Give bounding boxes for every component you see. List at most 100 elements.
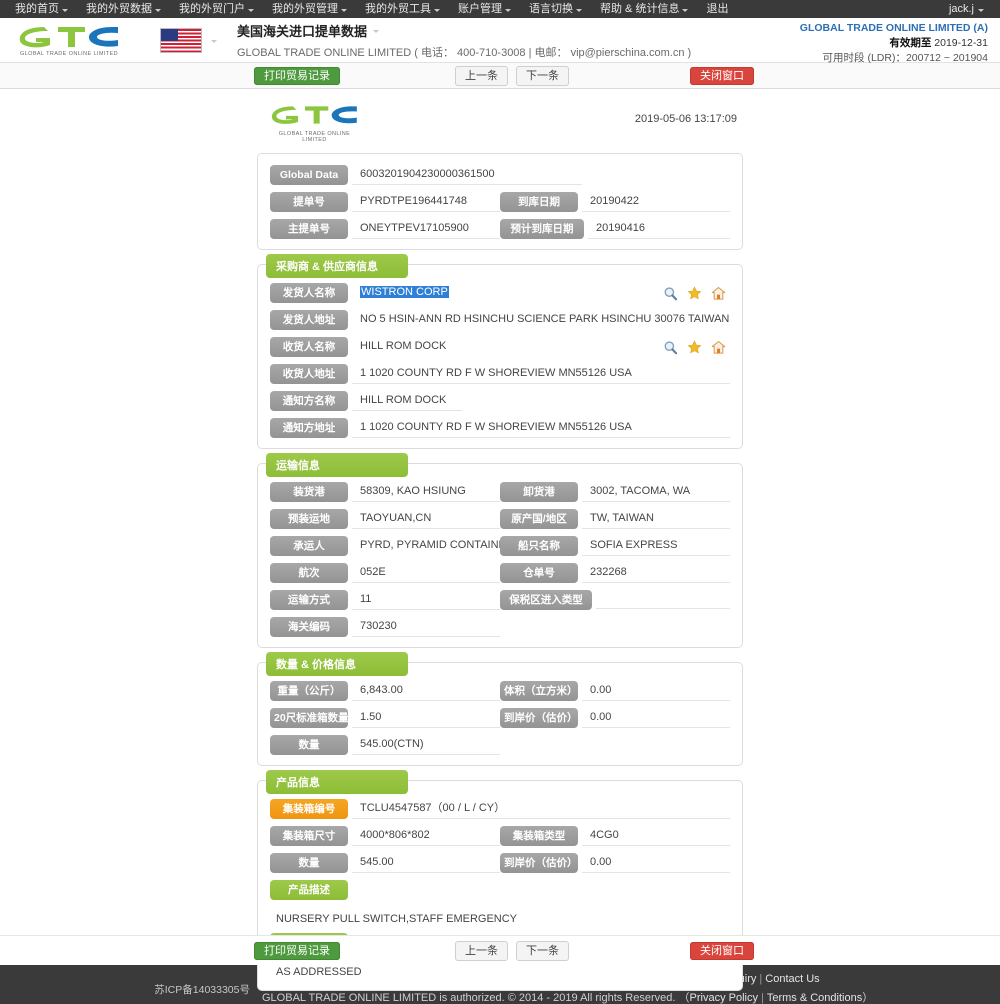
field-row: 产品描述 bbox=[270, 880, 730, 900]
product-description-label: 产品描述 bbox=[270, 880, 348, 900]
product-description-text: NURSERY PULL SWITCH,STAFF EMERGENCY bbox=[276, 913, 518, 925]
arrival-date-value: 20190422 bbox=[582, 193, 730, 212]
star-icon[interactable] bbox=[687, 285, 702, 301]
quantity-value: 545.00(CTN) bbox=[352, 736, 500, 755]
consignee-name-label: 收货人名称 bbox=[270, 337, 348, 357]
cif-price-value: 0.00 bbox=[582, 709, 730, 728]
basic-info-card: Global Data 6003201904230000361500 提单号 P… bbox=[257, 153, 743, 250]
consignee-name-value: HILL ROM DOCK bbox=[360, 340, 447, 352]
validity-value: 2019-12-31 bbox=[934, 37, 988, 49]
shipper-address-field: 发货人地址 NO 5 HSIN-ANN RD HSINCHU SCIENCE P… bbox=[270, 310, 730, 330]
chevron-down-icon bbox=[576, 8, 582, 12]
manifest-number-field: 仓单号 232268 bbox=[500, 563, 730, 583]
nav-item-help-stats[interactable]: 帮助 & 统计信息 bbox=[591, 0, 697, 18]
parties-section-title: 采购商 & 供应商信息 bbox=[266, 254, 408, 278]
shipper-name-field: 发货人名称 WISTRON CORP bbox=[270, 283, 730, 303]
teu-value: 1.50 bbox=[352, 709, 500, 728]
nav-label: 账户管理 bbox=[458, 3, 502, 15]
gtc-logo-mark bbox=[271, 106, 357, 124]
top-action-bar: 打印贸易记录 上一条 下一条 关闭窗口 bbox=[0, 63, 1000, 89]
shipper-name-label: 发货人名称 bbox=[270, 283, 348, 303]
close-window-button-bottom[interactable]: 关闭窗口 bbox=[690, 942, 754, 960]
home-icon[interactable] bbox=[711, 286, 726, 301]
company-contact-line: GLOBAL TRADE ONLINE LIMITED ( 电话： 400-71… bbox=[237, 46, 692, 59]
ftz-entry-type-value bbox=[596, 592, 730, 609]
nav-item-trade-tools[interactable]: 我的外贸工具 bbox=[356, 0, 449, 18]
footer-copyright-row: GLOBAL TRADE ONLINE LIMITED is authorize… bbox=[262, 992, 874, 1004]
parties-info-card: 采购商 & 供应商信息 发货人名称 WISTRON CORP 发货人地址 NO … bbox=[257, 254, 743, 449]
volume-field: 体积（立方米） 0.00 bbox=[500, 681, 730, 701]
country-selector[interactable] bbox=[160, 27, 217, 53]
notify-party-address-value: 1 1020 COUNTY RD F W SHOREVIEW MN55126 U… bbox=[352, 419, 730, 438]
volume-value: 0.00 bbox=[582, 682, 730, 701]
nav-item-trade-management[interactable]: 我的外贸管理 bbox=[263, 0, 356, 18]
container-number-field: 集装箱编号 TCLU4547587（00 / L / CY） bbox=[270, 799, 730, 819]
close-window-button[interactable]: 关闭窗口 bbox=[690, 67, 754, 85]
nav-item-trade-data[interactable]: 我的外贸数据 bbox=[77, 0, 170, 18]
previous-record-button[interactable]: 上一条 bbox=[455, 65, 508, 86]
field-row: 承运人 PYRD, PYRAMID CONTAINER L 船只名称 SOFIA… bbox=[270, 536, 730, 556]
nav-item-account-management[interactable]: 账户管理 bbox=[449, 0, 520, 18]
transport-mode-field: 运输方式 11 bbox=[270, 590, 500, 610]
next-record-button-bottom[interactable]: 下一条 bbox=[516, 940, 569, 961]
notify-party-address-label: 通知方地址 bbox=[270, 418, 348, 438]
global-data-value: 6003201904230000361500 bbox=[352, 166, 582, 185]
chevron-down-icon[interactable] bbox=[211, 39, 217, 43]
document-timestamp: 2019-05-06 13:17:09 bbox=[634, 113, 737, 125]
vessel-name-field: 船只名称 SOFIA EXPRESS bbox=[500, 536, 730, 556]
previous-record-button-bottom[interactable]: 上一条 bbox=[455, 940, 508, 961]
bl-number-label: 提单号 bbox=[270, 192, 348, 212]
estimated-arrival-label: 预计到库日期 bbox=[500, 219, 584, 239]
account-info-block: GLOBAL TRADE ONLINE LIMITED (A) 有效期至 201… bbox=[800, 22, 988, 65]
field-row: 发货人名称 WISTRON CORP bbox=[270, 283, 730, 303]
transport-mode-value: 11 bbox=[352, 591, 500, 610]
product-quantity-field: 数量 545.00 bbox=[270, 853, 500, 873]
shipper-address-label: 发货人地址 bbox=[270, 310, 348, 330]
voyage-label: 航次 bbox=[270, 563, 348, 583]
vessel-name-label: 船只名称 bbox=[500, 536, 578, 556]
consignee-address-field: 收货人地址 1 1020 COUNTY RD F W SHOREVIEW MN5… bbox=[270, 364, 730, 384]
vessel-name-value: SOFIA EXPRESS bbox=[582, 537, 730, 556]
field-row: 收货人名称 HILL ROM DOCK bbox=[270, 337, 730, 357]
manifest-number-value: 232268 bbox=[582, 564, 730, 583]
field-row: 通知方名称 HILL ROM DOCK bbox=[270, 391, 730, 411]
chevron-down-icon[interactable] bbox=[373, 29, 380, 33]
field-row: 通知方地址 1 1020 COUNTY RD F W SHOREVIEW MN5… bbox=[270, 418, 730, 438]
home-icon[interactable] bbox=[711, 340, 726, 355]
footer-link-privacy-policy[interactable]: Privacy Policy bbox=[690, 992, 758, 1004]
star-icon[interactable] bbox=[687, 339, 702, 355]
nav-item-trade-portal[interactable]: 我的外贸门户 bbox=[170, 0, 263, 18]
shipper-name-value: WISTRON CORP bbox=[352, 284, 655, 302]
search-icon[interactable] bbox=[663, 286, 678, 301]
port-of-loading-value: 58309, KAO HSIUNG bbox=[352, 483, 500, 502]
consignee-address-value: 1 1020 COUNTY RD F W SHOREVIEW MN55126 U… bbox=[352, 365, 730, 384]
footer-link-terms[interactable]: Terms & Conditions bbox=[767, 992, 862, 1004]
footer-copyright-end: ） bbox=[862, 992, 874, 1004]
user-menu[interactable]: jack.j bbox=[940, 3, 994, 15]
consignee-name-field: 收货人名称 HILL ROM DOCK bbox=[270, 337, 730, 357]
print-trade-record-button[interactable]: 打印贸易记录 bbox=[254, 67, 340, 85]
next-record-button[interactable]: 下一条 bbox=[516, 65, 569, 86]
teu-label: 20尺标准箱数量 bbox=[270, 708, 349, 728]
notify-party-name-value: HILL ROM DOCK bbox=[352, 392, 462, 411]
gtc-logo[interactable]: GLOBAL TRADE ONLINE LIMITED bbox=[14, 23, 124, 57]
search-icon[interactable] bbox=[663, 340, 678, 355]
container-size-label: 集装箱尺寸 bbox=[270, 826, 348, 846]
chevron-down-icon bbox=[248, 8, 254, 12]
place-of-receipt-label: 预装运地 bbox=[270, 509, 348, 529]
nav-item-language-switch[interactable]: 语言切换 bbox=[520, 0, 591, 18]
product-quantity-label: 数量 bbox=[270, 853, 348, 873]
carrier-field: 承运人 PYRD, PYRAMID CONTAINER L bbox=[270, 536, 500, 556]
arrival-date-label: 到库日期 bbox=[500, 192, 578, 212]
gtc-logo-mark bbox=[19, 26, 118, 47]
footer-link-contact-us[interactable]: Contact Us bbox=[765, 973, 819, 985]
hs-code-field: 海关编码 730230 bbox=[270, 617, 500, 637]
print-trade-record-button-bottom[interactable]: 打印贸易记录 bbox=[254, 942, 340, 960]
nav-item-home[interactable]: 我的首页 bbox=[6, 0, 77, 18]
nav-item-logout[interactable]: 退出 bbox=[697, 0, 737, 18]
field-row: 航次 052E 仓单号 232268 bbox=[270, 563, 730, 583]
carrier-value: PYRD, PYRAMID CONTAINER L bbox=[360, 539, 500, 551]
container-size-value: 4000*806*802 bbox=[352, 827, 500, 846]
estimated-arrival-field: 预计到库日期 20190416 bbox=[500, 219, 730, 239]
gtc-logo-text: GLOBAL TRADE ONLINE LIMITED bbox=[20, 50, 118, 57]
